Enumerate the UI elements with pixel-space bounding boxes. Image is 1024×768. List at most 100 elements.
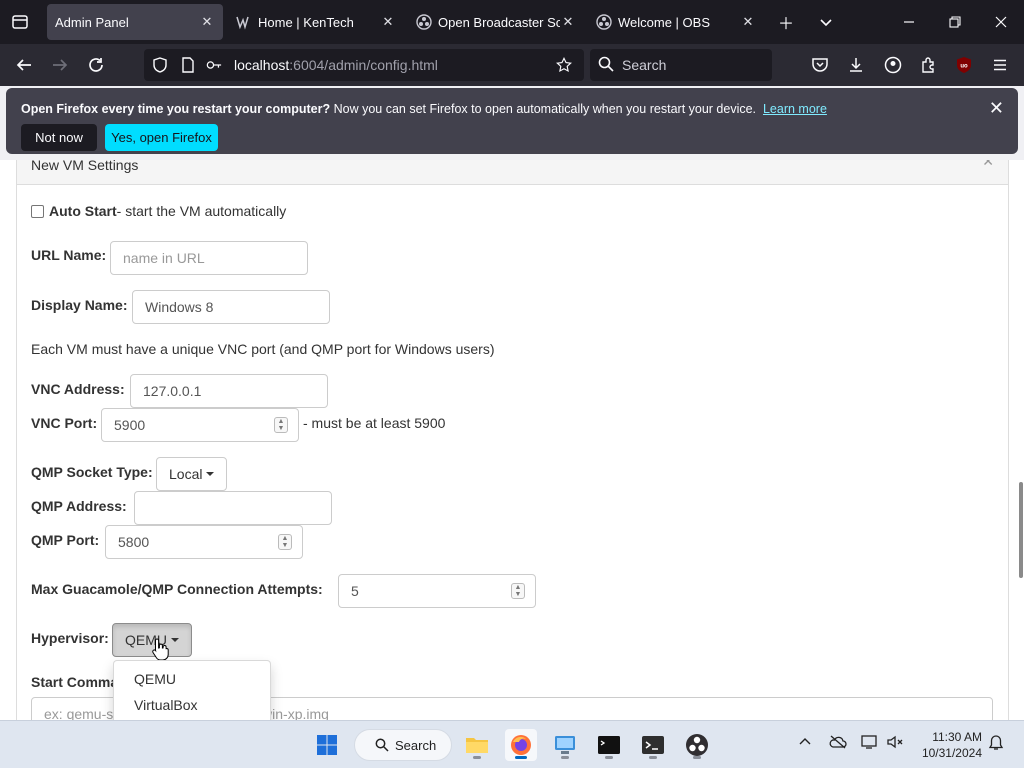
max-attempts-input[interactable]: 5 ▲ ▼ — [338, 574, 536, 608]
hamburger-menu-icon[interactable] — [988, 53, 1012, 77]
vnc-note: Each VM must have a unique VNC port (and… — [31, 341, 495, 357]
system-clock[interactable]: 11:30 AM 10/31/2024 — [912, 729, 982, 761]
panel-title: New VM Settings — [31, 160, 139, 173]
pocket-icon[interactable] — [808, 53, 832, 77]
obs-studio-icon[interactable] — [681, 729, 713, 761]
qmp-address-input[interactable] — [134, 491, 332, 525]
account-icon[interactable] — [881, 53, 905, 77]
tab-list-icon[interactable] — [9, 11, 31, 33]
tab-welcome-obs[interactable]: Welcome | OBS ✕ — [588, 4, 764, 40]
vnc-port-label: VNC Port: — [31, 415, 98, 431]
qmp-port-spinner-icon[interactable]: ▲ ▼ — [278, 534, 292, 550]
qmp-socket-dropdown[interactable]: Local — [156, 457, 228, 491]
qmp-socket-row: QMP Socket Type: — [31, 464, 153, 480]
url-text[interactable]: localhost:6004/admin/config.html — [234, 57, 438, 73]
bookmark-star-icon[interactable] — [556, 56, 572, 73]
shield-icon[interactable] — [152, 57, 168, 73]
qmp-port-value: 5800 — [118, 534, 150, 550]
extensions-icon[interactable] — [917, 53, 941, 77]
url-path: :6004/admin/config.html — [289, 57, 438, 73]
qmp-address-label: QMP Address: — [31, 498, 127, 514]
search-bar[interactable]: Search — [590, 49, 772, 81]
vnc-port-input[interactable]: 5900 ▲ ▼ — [101, 408, 299, 442]
clock-time: 11:30 AM — [932, 730, 982, 744]
running-indicator — [473, 756, 481, 759]
notification-text: Now you can set Firefox to open automati… — [330, 102, 757, 116]
panel-close-icon[interactable]: ✕ — [982, 160, 994, 170]
close-tab-icon[interactable]: ✕ — [199, 14, 215, 30]
max-attempts-spinner-icon[interactable]: ▲ ▼ — [511, 583, 525, 599]
caret-down-icon — [206, 472, 215, 476]
vnc-port-spinner-icon[interactable]: ▲ ▼ — [274, 417, 288, 433]
running-indicator — [605, 756, 613, 759]
permissions-icon[interactable] — [206, 57, 222, 73]
running-indicator — [693, 756, 701, 759]
yes-open-firefox-button[interactable]: Yes, open Firefox — [105, 124, 218, 151]
hypervisor-row: Hypervisor: — [31, 630, 109, 646]
command-prompt-icon[interactable] — [593, 729, 625, 761]
close-notification-icon[interactable]: ✕ — [989, 98, 1004, 119]
not-now-button[interactable]: Not now — [21, 124, 97, 151]
taskbar-search[interactable]: Search — [354, 729, 452, 761]
qmp-socket-value: Local — [169, 466, 203, 482]
display-name-label: Display Name: — [31, 297, 128, 313]
notification-message: Open Firefox every time you restart your… — [21, 102, 827, 116]
close-window-icon[interactable] — [990, 11, 1012, 33]
learn-more-link[interactable]: Learn more — [763, 102, 827, 116]
hypervisor-menu: QEMU VirtualBox — [113, 660, 271, 720]
minimize-icon[interactable] — [898, 11, 920, 33]
qmp-port-input[interactable]: 5800 ▲ ▼ — [105, 525, 303, 559]
taskbar-search-label: Search — [395, 737, 437, 753]
page-icon[interactable] — [180, 57, 196, 73]
firefox-icon[interactable] — [505, 729, 537, 761]
restore-icon[interactable] — [944, 11, 966, 33]
terminal-icon[interactable] — [637, 729, 669, 761]
hypervisor-option-qemu[interactable]: QEMU — [134, 671, 176, 687]
speaker-muted-icon[interactable] — [886, 735, 904, 752]
page-scrollbar[interactable] — [1019, 482, 1023, 578]
running-indicator — [561, 756, 569, 759]
auto-start-checkbox[interactable] — [31, 204, 44, 218]
show-hidden-icons-icon[interactable] — [798, 735, 812, 752]
tab-label: Welcome | OBS — [618, 14, 710, 30]
tab-bar: Admin Panel ✕ Home | KenTech ✕ Open Broa… — [0, 0, 1024, 44]
hypervisor-option-virtualbox[interactable]: VirtualBox — [134, 697, 198, 713]
url-name-input[interactable]: name in URL — [110, 241, 308, 275]
max-attempts-label: Max Guacamole/QMP Connection Attempts: — [31, 581, 323, 597]
max-attempts-value: 5 — [351, 583, 359, 599]
onedrive-offline-icon[interactable] — [829, 735, 847, 752]
hypervisor-label: Hypervisor: — [31, 630, 109, 646]
kentech-icon — [236, 14, 252, 30]
hand-cursor-icon — [152, 638, 169, 661]
close-tab-icon[interactable]: ✕ — [740, 14, 756, 30]
reload-icon[interactable] — [84, 53, 108, 77]
tab-obs-software[interactable]: Open Broadcaster Softw ✕ — [408, 4, 584, 40]
obs-icon — [596, 14, 612, 30]
back-icon[interactable] — [12, 53, 36, 77]
notification-bell-icon[interactable] — [988, 735, 1004, 754]
file-explorer-icon[interactable] — [461, 729, 493, 761]
auto-start-label: Auto Start — [49, 203, 117, 219]
display-name-row: Display Name: — [31, 297, 127, 313]
new-tab-icon[interactable]: ＋ — [775, 11, 797, 33]
remote-desktop-icon[interactable] — [549, 729, 581, 761]
vnc-port-hint-row: - must be at least 5900 — [303, 415, 445, 431]
forward-icon[interactable] — [48, 53, 72, 77]
windows-start-icon[interactable] — [311, 729, 343, 761]
ublock-icon[interactable]: uo — [952, 53, 976, 77]
close-tab-icon[interactable]: ✕ — [380, 14, 396, 30]
download-icon[interactable] — [844, 53, 868, 77]
close-tab-icon[interactable]: ✕ — [560, 14, 576, 30]
tab-kentech[interactable]: Home | KenTech ✕ — [228, 4, 404, 40]
vnc-address-input[interactable]: 127.0.0.1 — [130, 374, 328, 408]
url-name-row: URL Name: — [31, 247, 106, 263]
list-all-tabs-icon[interactable] — [815, 11, 837, 33]
url-bar[interactable]: localhost:6004/admin/config.html — [144, 49, 584, 81]
tab-admin-panel[interactable]: Admin Panel ✕ — [47, 4, 223, 40]
notification-bold-text: Open Firefox every time you restart your… — [21, 102, 331, 116]
vnc-address-label: VNC Address: — [31, 381, 125, 397]
network-monitor-icon[interactable] — [861, 735, 879, 752]
tab-label: Open Broadcaster Softw — [438, 14, 560, 30]
start-command-placeholder-a: ex: qemu-s — [44, 706, 114, 720]
display-name-input[interactable]: Windows 8 — [132, 290, 330, 324]
